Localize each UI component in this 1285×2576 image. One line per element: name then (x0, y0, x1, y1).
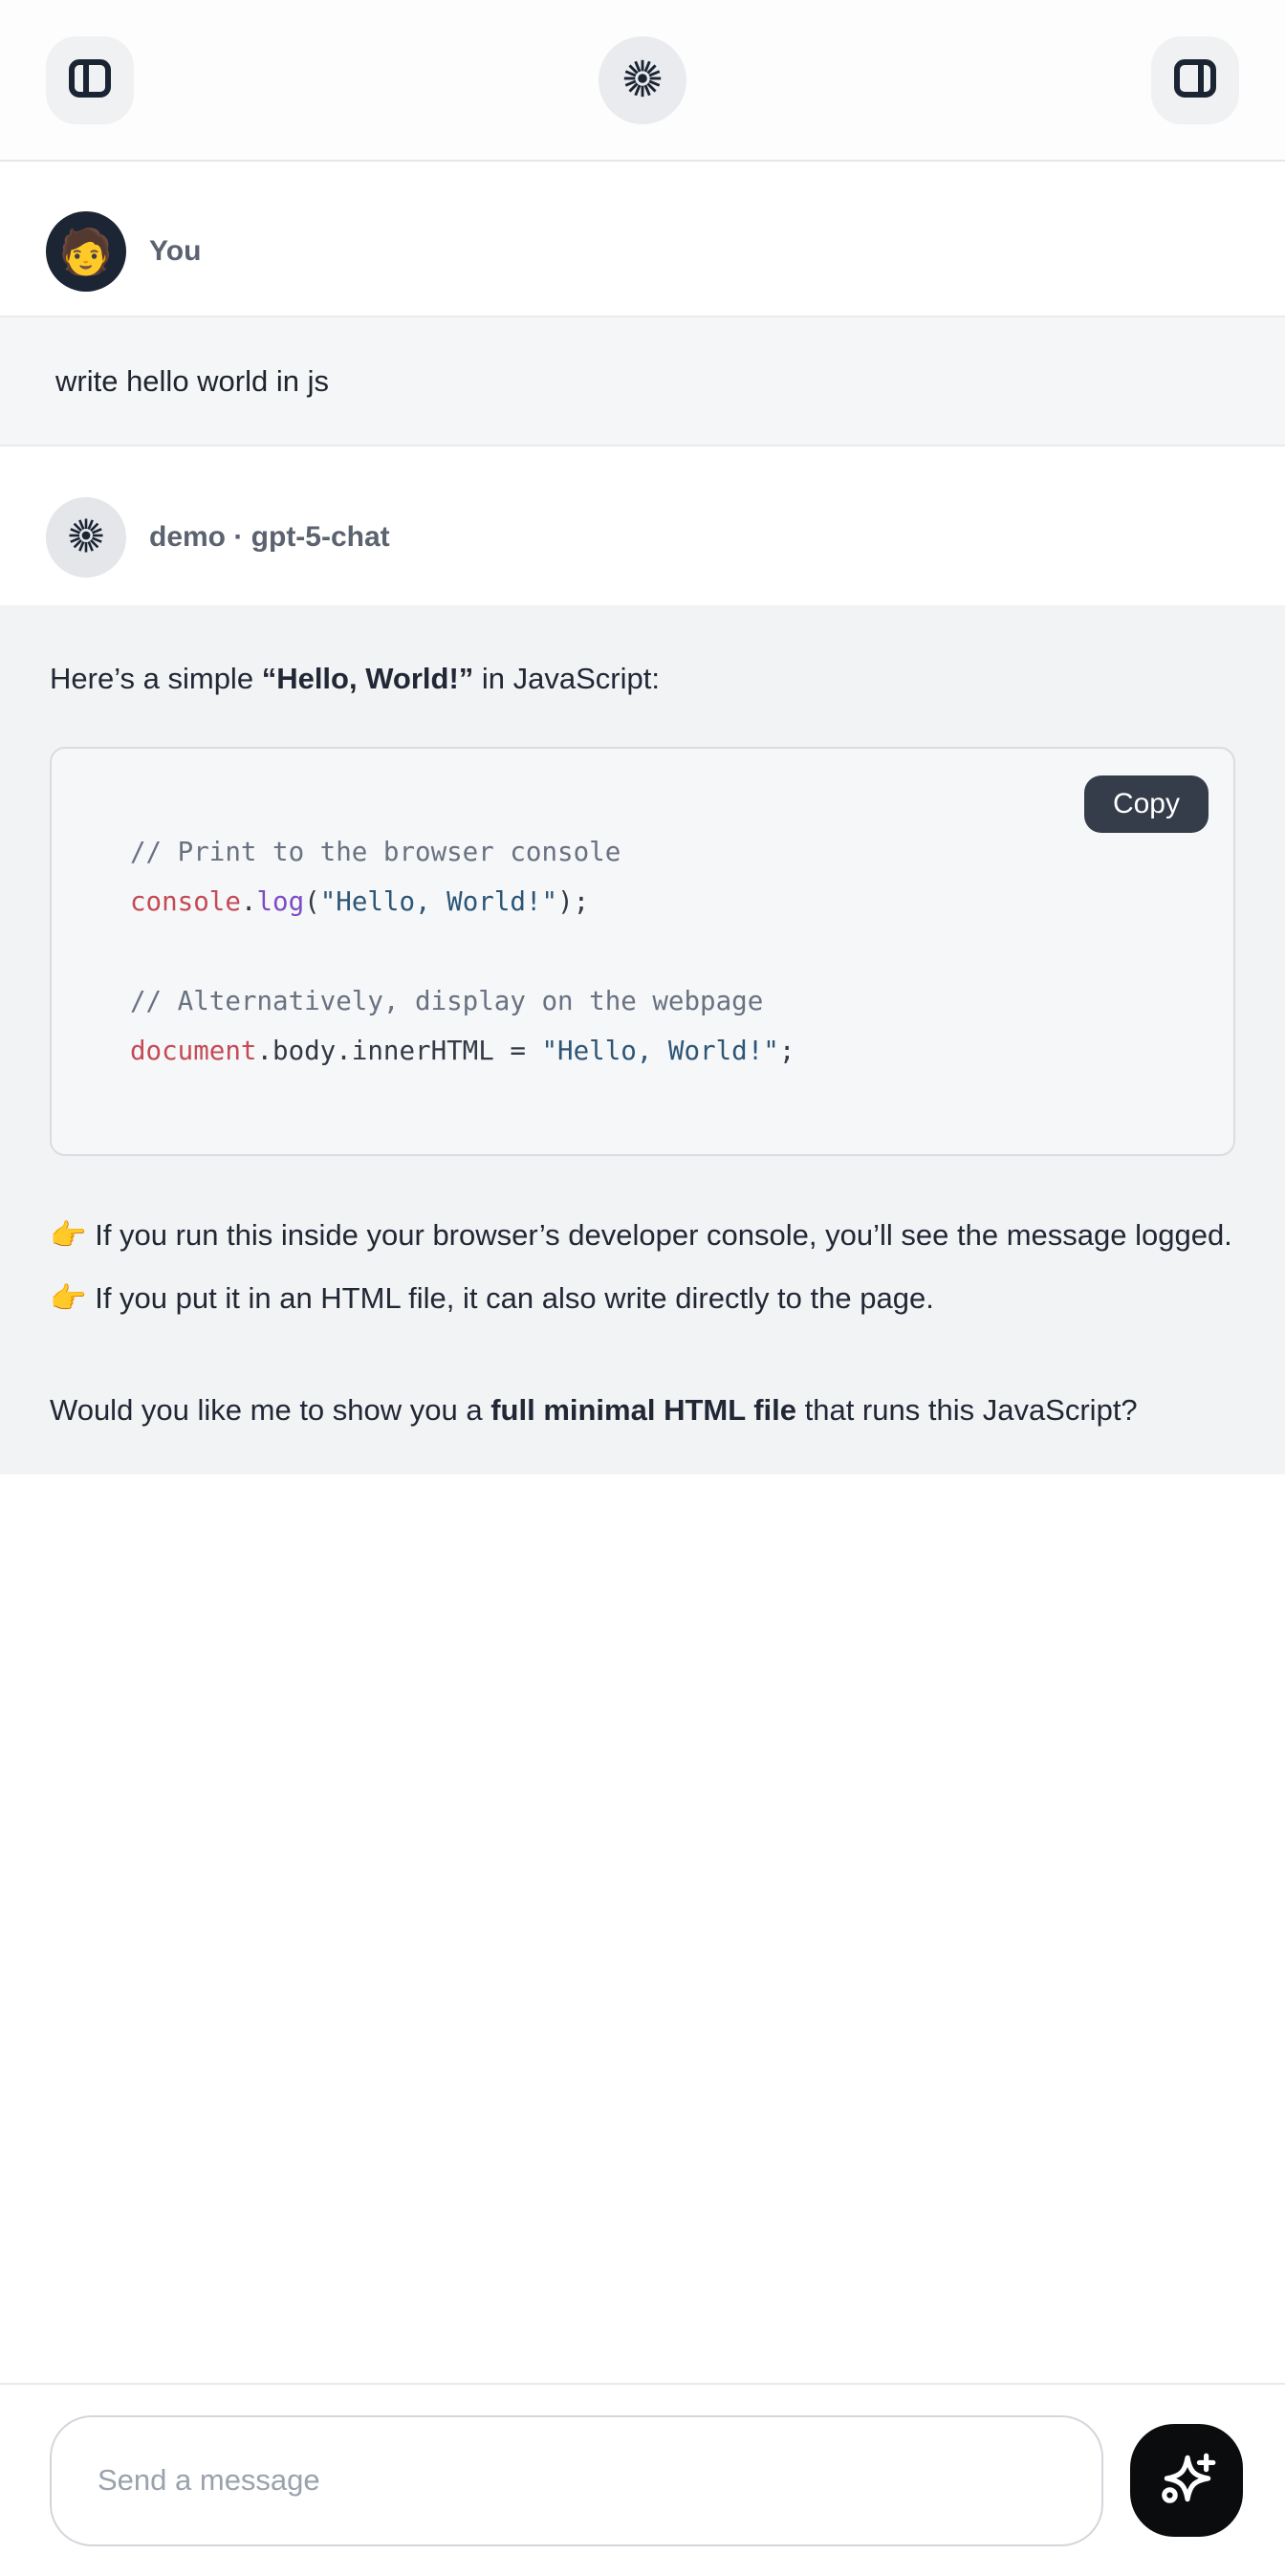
assistant-intro-paragraph: Here’s a simple “Hello, World!” in JavaS… (50, 647, 1235, 710)
tip-line-2: 👉 If you put it in an HTML file, it can … (50, 1281, 934, 1315)
person-emoji-icon: 🧑 (58, 229, 113, 273)
user-message-header: 🧑 You (0, 162, 1285, 316)
send-button[interactable] (1130, 2424, 1243, 2537)
assistant-message-header: demo · gpt-5-chat (0, 447, 1285, 605)
right-panel-toggle-button[interactable] (1151, 36, 1239, 124)
code-comment-line: // Alternatively, display on the webpage (130, 986, 763, 1016)
code-content: // Print to the browser console console.… (52, 749, 1233, 1154)
question-text-end: that runs this JavaScript? (796, 1393, 1138, 1427)
top-bar (0, 0, 1285, 162)
intro-text-end: in JavaScript: (473, 662, 660, 695)
assistant-question-paragraph: Would you like me to show you a full min… (50, 1379, 1235, 1442)
assistant-avatar (46, 497, 126, 578)
user-message-text: write hello world in js (55, 364, 329, 399)
sidebar-right-icon (1172, 55, 1218, 104)
user-avatar: 🧑 (46, 211, 126, 292)
user-message-bubble: write hello world in js (0, 316, 1285, 447)
code-token: log (256, 886, 304, 917)
copy-code-button[interactable]: Copy (1084, 775, 1209, 833)
starburst-model-icon (621, 56, 664, 103)
intro-text: Here’s a simple (50, 662, 262, 695)
sidebar-left-icon (67, 55, 113, 104)
assistant-sender-name: demo · gpt-5-chat (149, 521, 390, 554)
code-token: "Hello, World!" (541, 1036, 778, 1066)
starburst-model-icon (66, 515, 106, 560)
user-sender-name: You (149, 235, 201, 268)
sparkle-send-icon (1155, 2448, 1218, 2514)
composer-bar (0, 2383, 1285, 2576)
code-token: "Hello, World!" (320, 886, 557, 917)
code-token: ( (304, 886, 320, 917)
tip-line-1: 👉 If you run this inside your browser’s … (50, 1218, 1232, 1252)
code-block: Copy // Print to the browser console con… (50, 747, 1235, 1156)
question-text: Would you like me to show you a (50, 1393, 490, 1427)
code-token: . (241, 886, 257, 917)
code-token: document (130, 1036, 256, 1066)
assistant-tips-paragraph: 👉 If you run this inside your browser’s … (50, 1204, 1235, 1330)
code-token: console (130, 886, 241, 917)
model-logo-button[interactable] (599, 36, 686, 124)
code-token: ; (779, 1036, 795, 1066)
left-sidebar-toggle-button[interactable] (46, 36, 134, 124)
code-token: ); (557, 886, 589, 917)
assistant-message-body: Here’s a simple “Hello, World!” in JavaS… (0, 605, 1285, 1474)
intro-bold-text: “Hello, World!” (262, 662, 474, 695)
question-bold-text: full minimal HTML file (490, 1393, 796, 1427)
code-token: .body.innerHTML = (256, 1036, 541, 1066)
code-comment-line: // Print to the browser console (130, 837, 621, 867)
message-input[interactable] (50, 2415, 1103, 2546)
